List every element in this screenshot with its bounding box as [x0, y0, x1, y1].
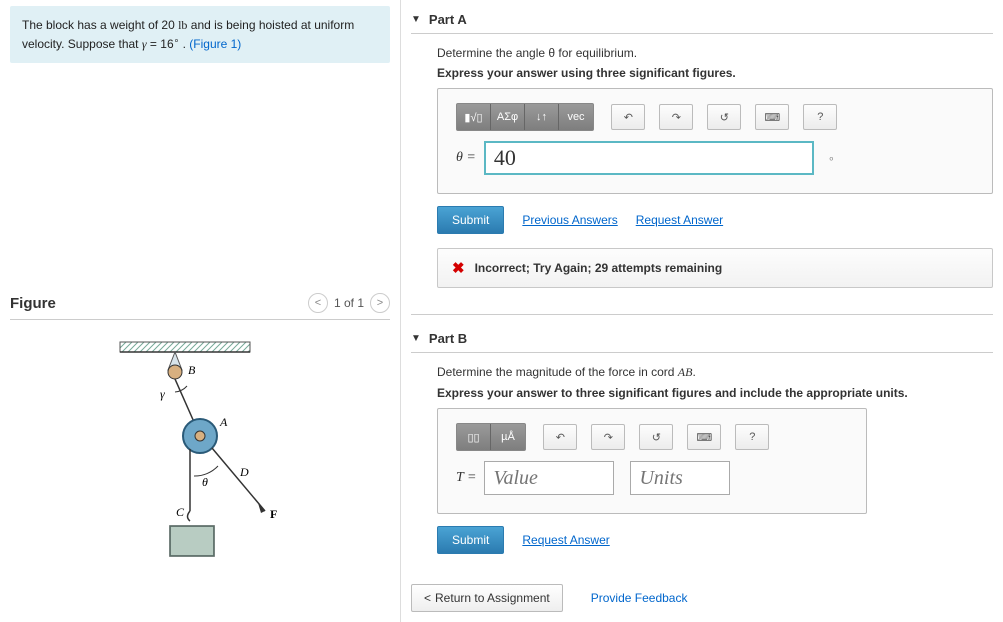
figure-link[interactable]: (Figure 1) — [189, 37, 241, 51]
tool-template-button[interactable]: ▮√▯ — [457, 104, 491, 130]
figure-diagram: B γ A C D — [10, 336, 390, 566]
help-button[interactable]: ? — [803, 104, 837, 130]
pager-next-button[interactable]: > — [370, 293, 390, 313]
svg-text:γ: γ — [160, 387, 165, 401]
tool-greek-button[interactable]: ΑΣφ — [491, 104, 525, 130]
part-a-header[interactable]: ▼ Part A — [411, 6, 993, 34]
part-a-question: Determine the angle θ for equilibrium. — [437, 46, 993, 60]
caret-down-icon: ▼ — [411, 14, 421, 25]
part-b-request-answer-link[interactable]: Request Answer — [522, 533, 609, 547]
part-a-answer-box: ▮√▯ ΑΣφ ↓↑ vec ↶ ↷ ↺ ⌨ ? θ = — [437, 88, 993, 194]
part-b-units-input[interactable] — [630, 461, 730, 495]
previous-answers-link[interactable]: Previous Answers — [522, 213, 617, 227]
part-a-instructions: Express your answer using three signific… — [437, 66, 993, 80]
part-b-toolbar: ▯▯ µÅ — [456, 423, 526, 451]
caret-down-icon: ▼ — [411, 333, 421, 344]
part-b-answer-box: ▯▯ µÅ ↶ ↷ ↺ ⌨ ? T = — [437, 408, 867, 514]
incorrect-icon: ✖ — [452, 259, 465, 277]
tool-subscript-button[interactable]: ↓↑ — [525, 104, 559, 130]
svg-text:θ: θ — [202, 475, 208, 489]
part-b-instructions: Express your answer to three significant… — [437, 386, 993, 400]
part-a-title: Part A — [429, 12, 467, 27]
prompt-after: . — [179, 37, 189, 51]
part-a-variable: θ = — [456, 150, 476, 166]
feedback-text: Incorrect; Try Again; 29 attempts remain… — [475, 261, 723, 275]
redo-button[interactable]: ↷ — [659, 104, 693, 130]
pager-prev-button[interactable]: < — [308, 293, 328, 313]
reset-button[interactable]: ↺ — [707, 104, 741, 130]
prompt-eq: = 16 — [147, 37, 174, 51]
svg-text:B: B — [188, 363, 196, 377]
part-a-request-answer-link[interactable]: Request Answer — [636, 213, 723, 227]
part-b-submit-button[interactable]: Submit — [437, 526, 504, 554]
chevron-left-icon: < — [424, 591, 431, 605]
part-a-feedback: ✖ Incorrect; Try Again; 29 attempts rema… — [437, 248, 993, 288]
part-b-title: Part B — [429, 331, 467, 346]
part-b-question: Determine the magnitude of the force in … — [437, 365, 993, 380]
part-a-answer-input[interactable] — [484, 141, 814, 175]
part-a-submit-button[interactable]: Submit — [437, 206, 504, 234]
keyboard-button[interactable]: ⌨ — [755, 104, 789, 130]
return-to-assignment-button[interactable]: < Return to Assignment — [411, 584, 563, 612]
svg-text:A: A — [219, 415, 228, 429]
part-a-toolbar: ▮√▯ ΑΣφ ↓↑ vec — [456, 103, 594, 131]
degree-unit: ∘ — [828, 152, 835, 165]
provide-feedback-link[interactable]: Provide Feedback — [591, 591, 688, 605]
reset-button[interactable]: ↺ — [639, 424, 673, 450]
tool-vector-button[interactable]: vec — [559, 104, 593, 130]
part-b-variable: T = — [456, 470, 476, 486]
svg-text:C: C — [176, 505, 185, 519]
redo-button[interactable]: ↷ — [591, 424, 625, 450]
pager-text: 1 of 1 — [334, 296, 364, 310]
figure-pager: < 1 of 1 > — [308, 293, 390, 313]
problem-prompt: The block has a weight of 20 lb and is b… — [10, 6, 390, 63]
svg-text:F: F — [270, 507, 277, 521]
tool-fraction-button[interactable]: ▯▯ — [457, 424, 491, 450]
keyboard-button[interactable]: ⌨ — [687, 424, 721, 450]
prompt-text: The block has a weight of 20 — [22, 18, 178, 32]
help-button[interactable]: ? — [735, 424, 769, 450]
part-b-header[interactable]: ▼ Part B — [411, 325, 993, 353]
undo-button[interactable]: ↶ — [611, 104, 645, 130]
figure-title: Figure — [10, 295, 56, 312]
svg-text:D: D — [239, 465, 249, 479]
undo-button[interactable]: ↶ — [543, 424, 577, 450]
tool-units-button[interactable]: µÅ — [491, 424, 525, 450]
part-b-value-input[interactable] — [484, 461, 614, 495]
